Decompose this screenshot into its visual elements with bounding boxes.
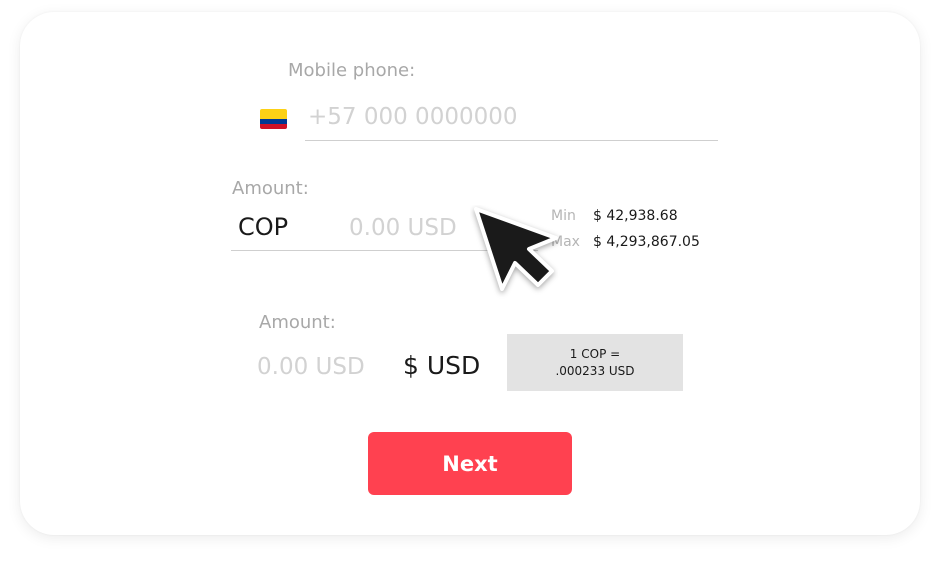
arrow-cursor-icon (474, 207, 558, 291)
amount-to-currency[interactable]: $ USD (403, 351, 480, 380)
amount-limits: Min $ 42,938.68 Max $ 4,293,867.05 (551, 208, 721, 260)
mobile-phone-placeholder: +57 000 0000000 (308, 104, 518, 130)
amount-from-placeholder: 0.00 USD (349, 215, 457, 241)
mobile-phone-input[interactable]: +57 000 0000000 (305, 102, 718, 141)
exchange-rate-line2: .000233 USD (555, 363, 635, 378)
mobile-phone-label: Mobile phone: (288, 60, 416, 81)
exchange-rate-box: 1 COP = .000233 USD (507, 334, 683, 391)
colombia-flag-icon[interactable] (260, 109, 287, 129)
amount-to-input[interactable]: 0.00 USD (257, 354, 365, 380)
min-limit-row: Min $ 42,938.68 (551, 208, 721, 234)
amount-to-label: Amount: (259, 312, 336, 333)
amount-from-currency[interactable]: COP (238, 213, 288, 241)
min-limit-value: $ 42,938.68 (593, 208, 678, 224)
max-limit-row: Max $ 4,293,867.05 (551, 234, 721, 260)
transfer-form-card: Mobile phone: +57 000 0000000 Amount: CO… (20, 12, 920, 535)
next-button[interactable]: Next (368, 432, 572, 495)
max-limit-value: $ 4,293,867.05 (593, 234, 700, 250)
amount-from-label: Amount: (232, 178, 309, 199)
exchange-rate-line1: 1 COP = (569, 346, 621, 361)
